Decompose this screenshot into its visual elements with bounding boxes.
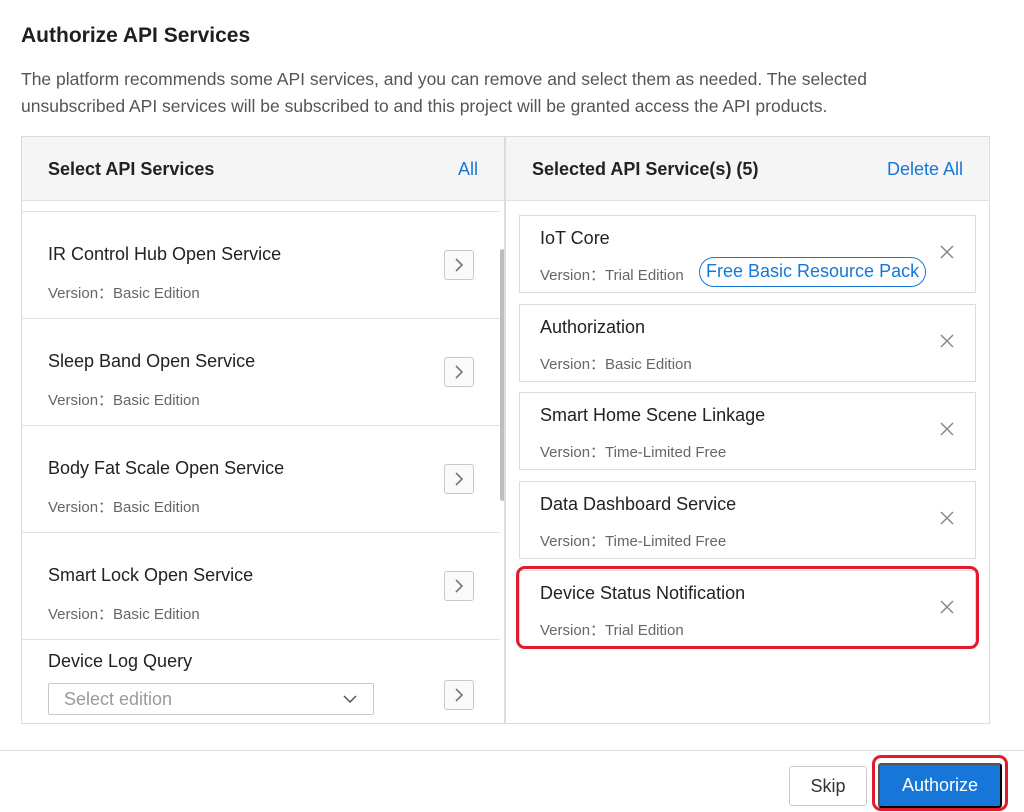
close-icon[interactable]: [939, 244, 955, 260]
service-name: Device Log Query: [48, 651, 193, 671]
service-name: Sleep Band Open Service: [48, 351, 256, 371]
right-panel-title: Selected API Service(s) (5): [532, 159, 759, 179]
chevron-right-icon: [455, 365, 464, 379]
add-service-button[interactable]: [444, 680, 474, 710]
service-version: Version：Basic Edition: [48, 392, 200, 409]
service-version: Version：Basic Edition: [48, 606, 200, 623]
service-name: IoT Core: [540, 228, 610, 248]
selected-service-card: Data Dashboard Service Version：Time-Limi…: [519, 481, 976, 559]
service-version: Version：Trial Edition: [540, 267, 684, 284]
selected-api-services-panel: Selected API Service(s) (5) Delete All I…: [505, 136, 990, 724]
selected-service-card: Smart Home Scene Linkage Version：Time-Li…: [519, 392, 976, 470]
service-name: Smart Home Scene Linkage: [540, 405, 766, 425]
left-panel-header: Select API Services All: [22, 137, 504, 201]
service-version: Version：Basic Edition: [48, 285, 200, 302]
chevron-right-icon: [455, 472, 464, 486]
service-version: Version：Basic Edition: [540, 356, 692, 373]
chevron-down-icon: [343, 695, 357, 704]
edition-select-placeholder: Select edition: [64, 689, 173, 709]
service-name: Authorization: [540, 317, 646, 337]
add-service-button[interactable]: [444, 357, 474, 387]
list-item: IR Control Hub Open Service Version：Basi…: [22, 212, 500, 319]
list-item: Sleep Band Open Service Version：Basic Ed…: [22, 319, 500, 426]
close-icon[interactable]: [939, 510, 955, 526]
selected-services-list: IoT Core Version：Trial Edition Free Basi…: [506, 201, 989, 723]
service-name: Body Fat Scale Open Service: [48, 458, 285, 478]
close-icon[interactable]: [939, 421, 955, 437]
footer-divider: [0, 750, 1024, 751]
add-service-button[interactable]: [444, 571, 474, 601]
list-item: Smart Lock Open Service Version：Basic Ed…: [22, 533, 500, 640]
dialog-description: The platform recommends some API service…: [21, 69, 867, 116]
service-version: Version：Basic Edition: [48, 499, 200, 516]
selected-service-card: Device Status Notification Version：Trial…: [519, 570, 976, 648]
dialog-title: Authorize API Services: [21, 24, 251, 47]
chevron-right-icon: [455, 258, 464, 272]
selected-service-card: Authorization Version：Basic Edition: [519, 304, 976, 382]
resource-pack-badge[interactable]: Free Basic Resource Pack: [699, 257, 927, 287]
service-version: Version：Trial Edition: [540, 622, 684, 639]
service-name: IR Control Hub Open Service: [48, 244, 282, 264]
add-service-button[interactable]: [444, 250, 474, 280]
delete-all-link[interactable]: Delete All: [887, 159, 963, 180]
authorize-button[interactable]: Authorize: [878, 763, 1002, 808]
list-item-partial: [22, 201, 500, 212]
list-item: Body Fat Scale Open Service Version：Basi…: [22, 426, 500, 533]
close-icon[interactable]: [939, 599, 955, 615]
skip-button[interactable]: Skip: [789, 766, 867, 806]
left-panel-title: Select API Services: [48, 159, 215, 179]
service-version: Version：Time-Limited Free: [540, 444, 727, 461]
scrollbar-thumb[interactable]: [500, 249, 504, 501]
service-name: Device Status Notification: [540, 583, 746, 603]
chevron-right-icon: [455, 688, 464, 702]
select-all-link[interactable]: All: [458, 159, 478, 180]
select-api-services-panel: Select API Services All IR Control Hub O…: [21, 136, 505, 724]
chevron-right-icon: [455, 579, 464, 593]
add-service-button[interactable]: [444, 464, 474, 494]
service-name: Smart Lock Open Service: [48, 565, 254, 585]
available-services-list[interactable]: IR Control Hub Open Service Version：Basi…: [22, 201, 504, 723]
right-panel-header: Selected API Service(s) (5) Delete All: [506, 137, 989, 201]
edition-select[interactable]: Select edition: [48, 683, 374, 715]
close-icon[interactable]: [939, 333, 955, 349]
service-name: Data Dashboard Service: [540, 494, 737, 514]
list-item: Device Log Query Select edition: [22, 640, 500, 723]
service-version: Version：Time-Limited Free: [540, 533, 727, 550]
selected-service-card: IoT Core Version：Trial Edition Free Basi…: [519, 215, 976, 293]
